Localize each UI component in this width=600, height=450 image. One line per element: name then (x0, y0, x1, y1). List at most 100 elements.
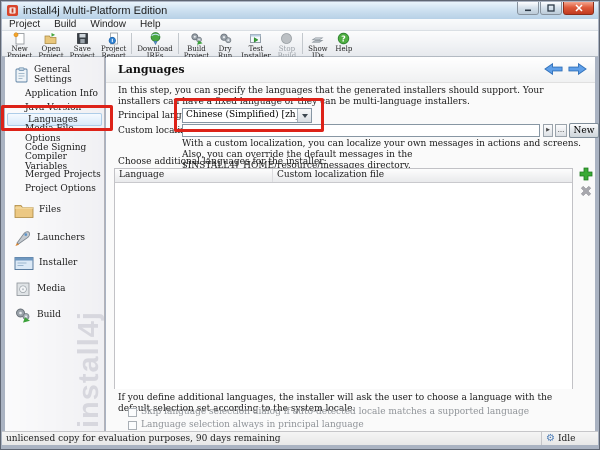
toolbar: New Project Open Project Save Project (2, 31, 598, 57)
rocket-icon (14, 230, 32, 246)
additional-languages-table: Language Custom localization file (114, 168, 573, 389)
sidebar-item-installer[interactable]: Installer (5, 252, 102, 274)
window-title: install4j Multi-Platform Edition (23, 5, 167, 17)
intro-text: In this step, you can specify the langua… (118, 86, 579, 108)
table-body-empty[interactable] (115, 183, 572, 389)
browse-button[interactable]: ... (555, 124, 567, 137)
close-button[interactable] (563, 2, 594, 15)
toolbar-separator (302, 33, 303, 54)
principal-language-selection-checkbox: Language selection always in principal l… (128, 420, 364, 430)
sidebar: General Settings Application Info Java V… (5, 57, 105, 432)
minimize-button[interactable] (517, 2, 539, 15)
save-project-button[interactable]: Save Project (67, 31, 98, 56)
show-ids-button[interactable]: Show IDs (305, 31, 331, 56)
open-project-button[interactable]: Open Project (35, 31, 66, 56)
build-project-icon (190, 32, 203, 45)
sidebar-item-label: Launchers (37, 233, 85, 243)
project-report-button[interactable]: Project Report (98, 31, 129, 56)
app-icon (7, 5, 18, 16)
sidebar-item-merged-projects[interactable]: Merged Projects (5, 168, 102, 181)
maximize-icon (547, 4, 555, 12)
dry-run-button[interactable]: Dry Run (212, 31, 238, 56)
maximize-button[interactable] (540, 2, 562, 15)
test-installer-button[interactable]: Test Installer (238, 31, 274, 56)
project-report-icon (107, 32, 120, 45)
skip-language-selection-checkbox: Skip language selection dialog if auto-d… (128, 407, 529, 417)
build-project-button[interactable]: Build Project (181, 31, 212, 56)
download-jres-button[interactable]: Download JREs (134, 31, 175, 56)
screen-icon (14, 256, 34, 271)
toolbar-separator (178, 33, 179, 54)
clipboard-icon (14, 67, 29, 83)
nav-back-button[interactable] (543, 62, 564, 76)
menu-help[interactable]: Help (133, 19, 168, 30)
save-project-icon (76, 32, 89, 45)
open-project-icon (44, 32, 57, 45)
stop-build-button: Stop Build (274, 31, 300, 56)
ellipsis-icon: ... (558, 125, 565, 136)
checkbox-icon (128, 421, 137, 430)
sidebar-item-label: General Settings (34, 65, 102, 85)
sidebar-item-launchers[interactable]: Launchers (5, 227, 102, 249)
title-bar: install4j Multi-Platform Edition (2, 2, 598, 19)
toolbar-button-label: Help (335, 46, 352, 53)
media-box-icon (14, 281, 32, 297)
window-frame: install4j Multi-Platform Edition Project… (0, 0, 600, 450)
table-header: Language Custom localization file (115, 169, 572, 183)
checkbox-label: Skip language selection dialog if auto-d… (141, 407, 529, 417)
nav-forward-button[interactable] (567, 62, 588, 76)
insert-variable-button[interactable]: ▶ (543, 124, 553, 137)
sidebar-item-files[interactable]: Files (5, 199, 102, 221)
test-installer-icon (249, 32, 262, 45)
sidebar-item-general-settings[interactable]: General Settings (5, 65, 102, 85)
dry-run-icon (219, 32, 232, 45)
column-header-custom-localization-file: Custom localization file (273, 169, 572, 182)
build-status: ⚙ Idle (541, 432, 598, 445)
sidebar-item-label: Application Info (25, 89, 98, 99)
svg-text:?: ? (342, 34, 347, 43)
remove-language-button[interactable] (579, 184, 593, 198)
toolbar-separator (131, 33, 132, 54)
play-arrow-icon: ▶ (546, 125, 550, 136)
new-button-label: New (574, 126, 595, 136)
column-header-language: Language (115, 169, 273, 182)
sidebar-item-label: Project Options (25, 184, 96, 194)
principal-language-select[interactable]: Chinese (Simplified) [zh_CN] (182, 108, 312, 123)
page-title: Languages (118, 63, 185, 76)
menu-build[interactable]: Build (47, 19, 83, 30)
close-icon (575, 4, 583, 12)
install4j-watermark: install4j (73, 311, 106, 428)
sidebar-item-media[interactable]: Media (5, 278, 102, 300)
content-panel: Languages In this step, you can specify … (106, 57, 595, 432)
chevron-down-icon (297, 109, 311, 122)
gears-icon (14, 307, 32, 323)
license-status-text: unlicensed copy for evaluation purposes,… (2, 434, 541, 444)
minimize-icon (524, 4, 532, 12)
custom-localization-input[interactable] (182, 124, 540, 137)
sidebar-item-project-options[interactable]: Project Options (5, 182, 102, 195)
gear-icon: ⚙ (546, 434, 555, 444)
new-project-button[interactable]: New Project (4, 31, 35, 56)
sidebar-item-compiler-variables[interactable]: Compiler Variables (5, 155, 102, 168)
sidebar-item-application-info[interactable]: Application Info (5, 87, 102, 100)
sidebar-item-label: Media (37, 284, 66, 294)
folder-icon (14, 203, 34, 218)
add-language-button[interactable] (579, 167, 593, 181)
new-localization-button[interactable]: New (569, 123, 599, 138)
sidebar-item-label: Java Version (25, 103, 81, 113)
menu-window[interactable]: Window (83, 19, 133, 30)
stop-build-icon (280, 32, 293, 45)
build-status-text: Idle (558, 434, 576, 444)
sidebar-item-media-file-options[interactable]: Media File Options (5, 127, 102, 140)
sidebar-item-label: Build (37, 310, 61, 320)
checkbox-label: Language selection always in principal l… (141, 420, 364, 430)
menu-project[interactable]: Project (2, 19, 47, 30)
help-button[interactable]: ? Help (331, 31, 357, 56)
show-ids-icon (311, 32, 324, 45)
menu-bar: Project Build Window Help (2, 19, 598, 31)
help-icon: ? (337, 32, 350, 45)
download-jres-icon (149, 32, 162, 45)
sidebar-item-label: Files (39, 205, 61, 215)
checkbox-icon (128, 408, 137, 417)
sidebar-item-label: Merged Projects (25, 170, 101, 180)
